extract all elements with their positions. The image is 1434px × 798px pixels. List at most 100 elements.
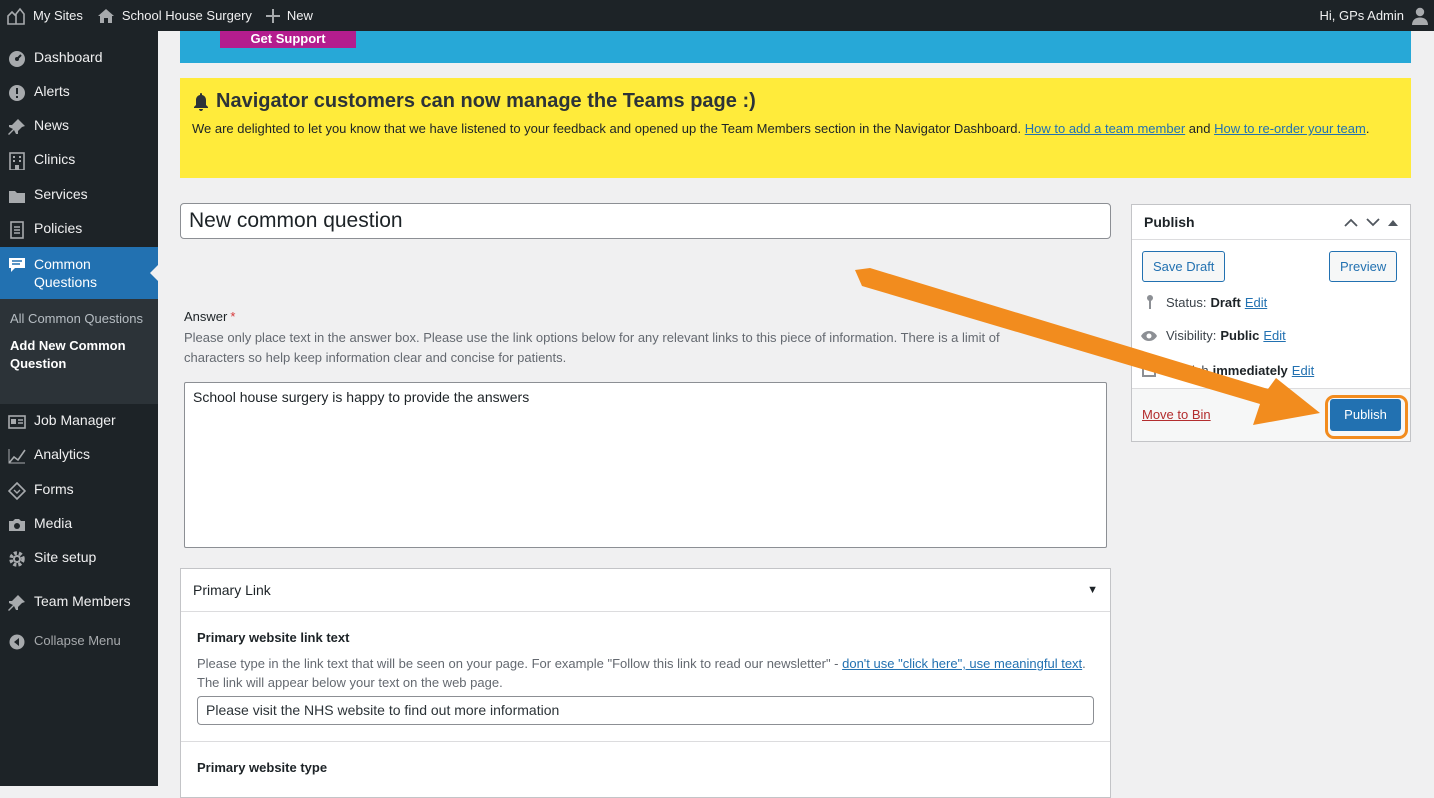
folder-icon [8, 187, 26, 205]
sidebar-item-label: News [34, 117, 70, 133]
publish-button[interactable]: Publish [1330, 399, 1401, 431]
pin-icon [8, 118, 26, 136]
primary-link-heading: Primary Link [193, 582, 271, 598]
eye-icon [1141, 330, 1157, 341]
status-value: Draft [1210, 294, 1241, 310]
sidebar-item-label: Alerts [34, 83, 70, 99]
publish-time-label: Publish [1166, 362, 1209, 378]
chart-line-icon [8, 447, 26, 465]
get-support-button[interactable]: Get Support [220, 31, 356, 48]
greeting: Hi, GPs Admin [1319, 8, 1404, 23]
publish-time-value: immediately [1212, 362, 1288, 378]
collapse-menu-button[interactable]: Collapse Menu [0, 629, 158, 663]
sidebar-item-policies[interactable]: Policies [0, 213, 158, 247]
document-icon [8, 221, 26, 239]
main-content: Get Support Navigator customers can now … [158, 31, 1434, 798]
edit-publish-time-link[interactable]: Edit [1292, 363, 1314, 378]
my-sites-label: My Sites [33, 8, 83, 23]
answer-textarea[interactable]: School house surgery is happy to provide… [184, 382, 1107, 548]
account-menu[interactable]: Hi, GPs Admin [1319, 7, 1434, 25]
notice-period: . [1365, 121, 1370, 136]
plus-icon [265, 8, 280, 23]
primary-link-header[interactable]: Primary Link ▼ [181, 569, 1110, 612]
sidebar-item-clinics[interactable]: Clinics [0, 144, 158, 179]
answer-label-text: Answer [184, 309, 228, 324]
forms-icon [8, 482, 26, 500]
preview-button[interactable]: Preview [1329, 251, 1398, 282]
sidebar-item-label: Common Questions [34, 256, 98, 290]
publish-box-header: Publish [1132, 205, 1410, 240]
sidebar-item-team-members[interactable]: Team Members [0, 585, 158, 629]
calendar-icon [1142, 364, 1156, 377]
notice-heading: Navigator customers can now manage the T… [192, 90, 1399, 113]
collapse-menu-label: Collapse Menu [34, 633, 121, 648]
collapse-icon [8, 633, 26, 651]
sidebar-item-services[interactable]: Services [0, 179, 158, 213]
admin-bar: My Sites School House Surgery New Hi, GP… [0, 0, 1434, 31]
new-label: New [286, 8, 313, 23]
common-questions-submenu: All Common Questions Add New Common Ques… [0, 299, 158, 404]
answer-desc-line1: Please only place text in the answer box… [184, 330, 1000, 345]
notice-conjunction: and [1185, 121, 1215, 136]
sidebar-item-forms[interactable]: Forms [0, 473, 158, 507]
collapse-toggle-icon[interactable] [1388, 219, 1398, 226]
primary-link-box: Primary Link ▼ Primary website link text… [180, 568, 1111, 798]
visibility-value: Public [1220, 328, 1260, 343]
new-content-link[interactable]: New [260, 0, 321, 31]
sidebar-item-news[interactable]: News [0, 110, 158, 144]
answer-description: Please only place text in the answer box… [184, 328, 1107, 368]
sidebar-item-site-setup[interactable]: Site setup [0, 541, 158, 585]
sidebar-item-job-manager[interactable]: Job Manager [0, 404, 158, 438]
sidebar-item-label: Site setup [34, 549, 97, 565]
sidebar-item-alerts[interactable]: Alerts [0, 76, 158, 110]
toggle-arrow-icon[interactable]: ▼ [1087, 584, 1098, 596]
primary-website-type-label: Primary website type [197, 760, 328, 775]
submenu-add-new-common-question[interactable]: Add New Common Question [0, 332, 158, 377]
teams-notice: Navigator customers can now manage the T… [180, 78, 1411, 178]
save-draft-button[interactable]: Save Draft [1142, 251, 1226, 282]
support-banner [180, 31, 1411, 63]
my-sites-link[interactable]: My Sites [0, 0, 91, 31]
primary-link-text-label: Primary website link text [197, 630, 350, 645]
notice-title: Navigator customers can now manage the T… [216, 90, 756, 112]
publish-box: Publish Save Draft Preview Status: Draft E… [1131, 204, 1411, 442]
visibility-label: Visibility: [1166, 328, 1217, 343]
dashboard-icon [8, 50, 26, 68]
add-team-member-link[interactable]: How to add a team member [1025, 121, 1185, 136]
move-to-bin-link[interactable]: Move to Bin [1142, 407, 1211, 422]
chevron-up-icon[interactable] [1344, 218, 1358, 227]
my-sites-icon [7, 7, 25, 25]
meaningful-text-link[interactable]: don't use "click here", use meaningful t… [842, 656, 1082, 671]
sidebar-item-label: Forms [34, 481, 74, 497]
alert-icon [8, 84, 26, 102]
sidebar-item-media[interactable]: Media [0, 507, 158, 541]
required-marker: * [230, 309, 236, 324]
box-controls [1344, 217, 1398, 227]
sidebar-item-label: Clinics [34, 151, 76, 167]
answer-field: Answer * Please only place text in the an… [184, 309, 1107, 368]
edit-status-link[interactable]: Edit [1245, 295, 1267, 310]
reorder-team-link[interactable]: How to re-order your team [1214, 121, 1366, 136]
primary-link-text-description: Please type in the link text that will b… [197, 654, 1094, 692]
chevron-down-icon[interactable] [1366, 217, 1380, 227]
sidebar-item-label: Job Manager [34, 412, 116, 428]
status-label: Status: [1166, 294, 1207, 310]
edit-visibility-link[interactable]: Edit [1263, 328, 1285, 343]
post-title-input[interactable]: New common question [180, 203, 1111, 239]
pin-icon [8, 594, 26, 612]
sidebar-item-label: Dashboard [34, 49, 103, 65]
sidebar-item-label: Media [34, 515, 73, 531]
site-name-link[interactable]: School House Surgery [91, 0, 260, 31]
sidebar-item-label: Policies [34, 220, 83, 236]
home-icon [97, 8, 114, 23]
primary-link-text-input[interactable]: Please visit the NHS website to find out… [197, 696, 1094, 725]
bell-icon [194, 93, 208, 111]
publish-actions: Move to Bin Publish [1132, 388, 1410, 441]
sidebar-item-dashboard[interactable]: Dashboard [0, 42, 158, 76]
sidebar-item-common-questions[interactable]: Common Questions [0, 247, 158, 299]
camera-icon [8, 516, 26, 534]
sidebar-item-label: Team Members [34, 593, 131, 609]
sidebar-item-analytics[interactable]: Analytics [0, 438, 158, 473]
link-desc-before: Please type in the link text that will b… [197, 656, 843, 671]
submenu-all-common-questions[interactable]: All Common Questions [0, 306, 158, 332]
